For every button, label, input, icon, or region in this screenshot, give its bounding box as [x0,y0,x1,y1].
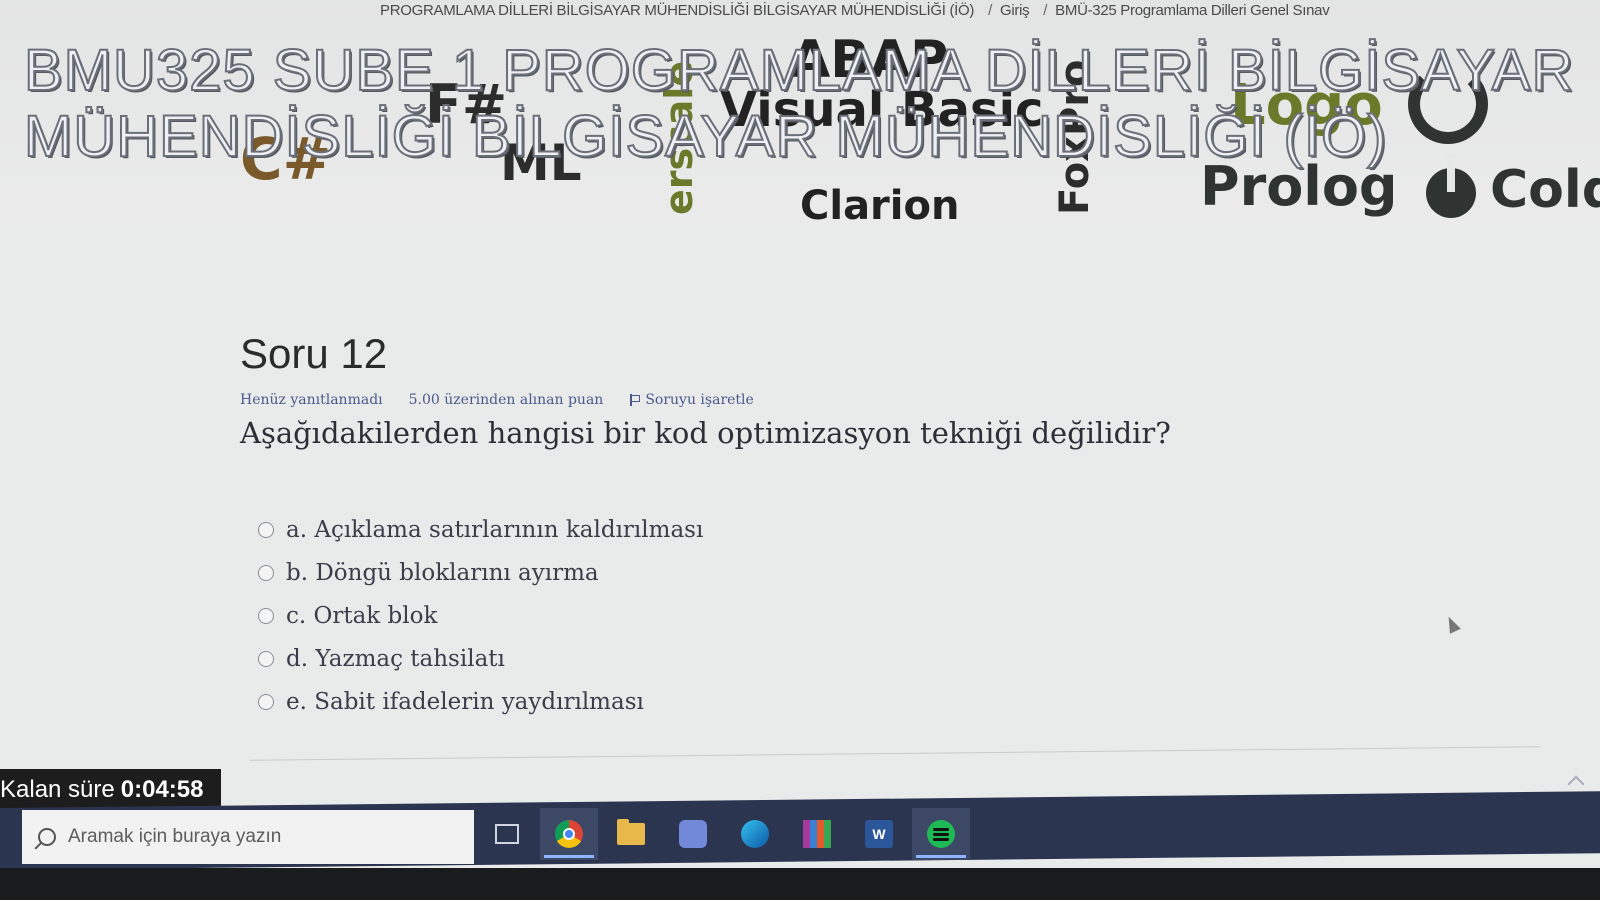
question-status: Henüz yanıtlanmadı [240,392,383,408]
tray-chevron-up-icon[interactable] [1567,775,1585,793]
breadcrumb: PROGRAMLAMA DİLLERİ BİLGİSAYAR MÜHENDİSL… [380,2,1600,19]
flag-icon [629,394,641,406]
radio-button[interactable] [258,693,274,710]
breadcrumb-exam[interactable]: BMÜ-325 Programlama Dilleri Genel Sınav [1055,2,1330,19]
edge-taskbar-button[interactable] [726,808,784,860]
question-panel: Soru 12 Henüz yanıtlanmadı 5.00 üzerinde… [240,330,1440,723]
question-info: Henüz yanıtlanmadı 5.00 üzerinden alınan… [240,392,1440,408]
question-grade: 5.00 üzerinden alınan puan [408,392,604,408]
task-view-button[interactable] [478,808,536,860]
winrar-icon [803,820,831,848]
flag-question-link[interactable]: Soruyu işaretle [629,392,754,408]
answer-option-c[interactable]: c. Ortak blok [258,594,1440,637]
answer-label: d. Yazmaç tahsilatı [286,645,505,672]
discord-icon [679,820,707,848]
answer-label: a. Açıklama satırlarının kaldırılması [286,516,704,543]
answer-label: e. Sabit ifadelerin yaydırılması [286,688,644,715]
word-taskbar-button[interactable]: W [850,808,908,860]
winrar-taskbar-button[interactable] [788,808,846,860]
timer-value: 0:04:58 [120,776,204,803]
search-icon [38,828,56,846]
power-logo-graphic [1426,154,1476,218]
timer-label: Kalan süre [0,776,115,803]
course-header-banner: ABAP Visual Basic F# Prolog Cold Clarion… [0,0,1600,225]
content-divider [250,746,1540,761]
task-view-icon [495,824,519,844]
search-placeholder: Aramak için buraya yazın [68,826,282,847]
answer-option-d[interactable]: d. Yazmaç tahsilatı [258,637,1440,680]
mouse-cursor-icon [1443,614,1461,634]
question-number: Soru 12 [240,330,388,377]
chrome-taskbar-button[interactable] [540,808,598,860]
answer-options: a. Açıklama satırlarının kaldırılması b.… [240,508,1440,723]
file-explorer-icon [617,819,645,845]
discord-taskbar-button[interactable] [664,808,722,860]
spotify-taskbar-button[interactable] [912,808,970,860]
spotify-icon [927,820,955,848]
answer-label: b. Döngü bloklarını ayırma [286,559,599,586]
flag-question-label: Soruyu işaretle [645,392,754,408]
breadcrumb-separator: / [1043,2,1048,19]
file-explorer-taskbar-button[interactable] [602,808,660,860]
remaining-time-timer: Kalan süre 0:04:58 [0,769,222,811]
radio-button[interactable] [258,650,274,667]
breadcrumb-home[interactable]: Giriş [1000,2,1030,19]
chrome-icon [555,820,583,848]
cloud-word-cold: Cold [1490,160,1600,220]
breadcrumb-separator: / [988,2,992,19]
word-icon: W [865,820,893,848]
monitor-bezel [0,868,1600,900]
breadcrumb-course[interactable]: PROGRAMLAMA DİLLERİ BİLGİSAYAR MÜHENDİSL… [380,2,974,19]
taskbar-search-box[interactable]: Aramak için buraya yazın [22,810,474,864]
radio-button[interactable] [258,564,274,581]
edge-icon [741,820,769,848]
answer-label: c. Ortak blok [286,602,438,629]
cloud-word-clarion: Clarion [800,183,960,225]
answer-option-e[interactable]: e. Sabit ifadelerin yaydırılması [258,680,1440,723]
course-title: BMU325 SUBE 1 PROGRAMLAMA DİLLERİ BİLGİS… [23,37,1575,170]
question-text: Aşağıdakilerden hangisi bir kod optimiza… [240,416,1171,450]
answer-option-b[interactable]: b. Döngü bloklarını ayırma [258,551,1440,594]
radio-button[interactable] [258,607,274,624]
answer-option-a[interactable]: a. Açıklama satırlarının kaldırılması [258,508,1440,551]
radio-button[interactable] [258,521,274,538]
